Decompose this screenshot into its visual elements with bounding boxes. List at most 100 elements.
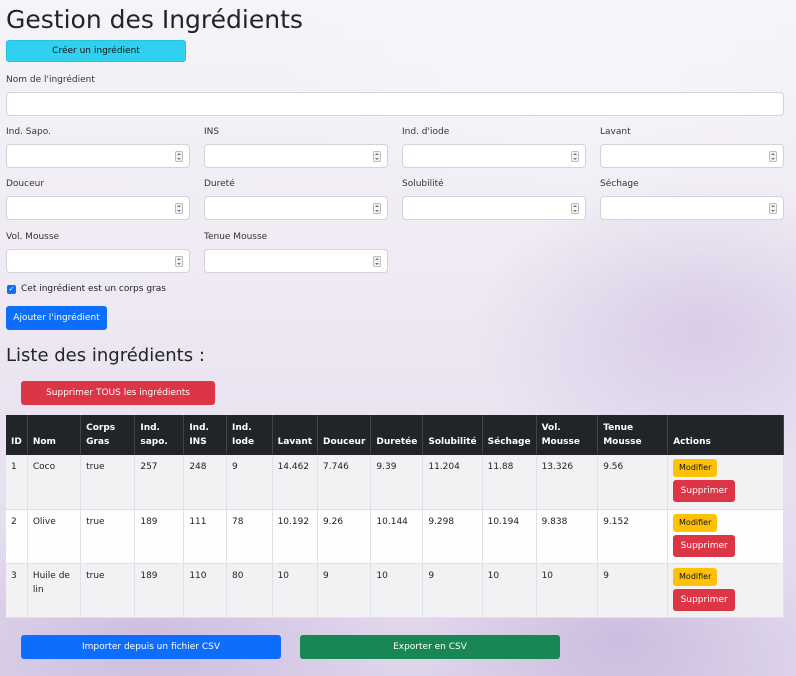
table-row: 1 Coco true 257 248 9 14.462 7.746 9.39 …	[6, 455, 784, 510]
table-header-row: ID Nom Corps Gras Ind. sapo. Ind. INS Ind. I…	[6, 415, 784, 455]
spinner-icon[interactable]	[175, 203, 183, 214]
page-title: Gestion des Ingrédients	[6, 5, 303, 34]
add-ingredient-button[interactable]: Ajouter l'ingrédient	[6, 306, 107, 330]
durete-input[interactable]	[204, 196, 388, 220]
cell-douceur: 9.26	[317, 509, 372, 564]
col-ind-iode-line2: Iode	[232, 437, 255, 447]
sapo-label: Ind. Sapo.	[6, 127, 51, 137]
douceur-input[interactable]	[6, 196, 190, 220]
ingredients-table: ID Nom Corps Gras Ind. sapo. Ind. INS Ind. I…	[6, 415, 784, 618]
delete-button[interactable]: Supprimer	[673, 480, 736, 502]
cell-durete: 9.39	[370, 455, 424, 510]
spinner-icon[interactable]	[571, 151, 579, 162]
vol-mousse-label: Vol. Mousse	[6, 232, 60, 242]
sapo-input[interactable]	[6, 144, 190, 168]
col-solubilite: Solubilité	[422, 415, 483, 455]
name-label: Nom de l'ingrédient	[6, 75, 95, 85]
sechage-label: Séchage	[600, 179, 639, 189]
spinner-icon[interactable]	[373, 151, 381, 162]
tenue-mousse-input[interactable]	[204, 249, 388, 273]
export-csv-button[interactable]: Exporter en CSV	[300, 635, 560, 659]
cell-lavant: 14.462	[272, 455, 319, 510]
cell-iode: 80	[226, 563, 273, 618]
list-title: Liste des ingrédients :	[6, 345, 205, 366]
import-csv-button[interactable]: Importer depuis un fichier CSV	[21, 635, 281, 659]
cell-sechage: 10.194	[482, 509, 537, 564]
cell-ins: 110	[183, 563, 227, 618]
cell-id: 3	[6, 563, 28, 618]
iode-label: Ind. d'iode	[402, 127, 450, 137]
cell-tenue-mousse: 9.56	[597, 455, 669, 510]
cell-actions: Modifier Supprimer	[667, 455, 784, 510]
spinner-icon[interactable]	[769, 203, 777, 214]
fat-checkbox-label[interactable]: Cet ingrédient est un corps gras	[21, 284, 166, 294]
col-tenue-mousse-line2: Mousse	[603, 437, 642, 447]
delete-button[interactable]: Supprimer	[673, 588, 736, 611]
col-nom: Nom	[27, 415, 82, 455]
cell-sechage: 10	[482, 563, 537, 618]
cell-ins: 111	[183, 509, 227, 564]
cell-lavant: 10	[272, 563, 319, 618]
cell-iode: 9	[226, 455, 273, 510]
durete-label: Dureté	[204, 179, 235, 189]
cell-id: 2	[6, 509, 28, 564]
douceur-label: Douceur	[6, 179, 45, 189]
delete-all-button[interactable]: Supprimer TOUS les ingrédients	[21, 381, 215, 405]
cell-durete: 10.144	[370, 509, 424, 564]
col-durete: Duretée	[370, 415, 424, 455]
cell-nom: Huile de lin	[27, 563, 82, 618]
iode-input[interactable]	[402, 144, 586, 168]
cell-tenue-mousse: 9	[597, 563, 669, 618]
edit-button[interactable]: Modifier	[673, 513, 718, 532]
col-vol-mousse: Vol. Mousse	[536, 415, 599, 455]
sechage-input[interactable]	[600, 196, 784, 220]
spinner-icon[interactable]	[373, 256, 381, 267]
solubilite-input[interactable]	[402, 196, 586, 220]
fat-checkbox[interactable]: ✓	[7, 285, 16, 294]
col-tenue-mousse: Tenue Mousse	[597, 415, 669, 455]
table-row: 3 Huile de lin true 189 110 80 10 9 10 9…	[6, 563, 784, 618]
col-actions: Actions	[667, 415, 784, 455]
col-corps-gras-line2: Gras	[86, 437, 110, 447]
edit-button[interactable]: Modifier	[673, 567, 718, 586]
col-ind-ins-line1: Ind.	[189, 423, 209, 433]
cell-vol-mousse: 9.838	[536, 509, 599, 564]
col-id: ID	[6, 415, 28, 455]
cell-lavant: 10.192	[272, 509, 319, 564]
lavant-label: Lavant	[600, 127, 631, 137]
ins-input[interactable]	[204, 144, 388, 168]
spinner-icon[interactable]	[769, 151, 777, 162]
cell-sechage: 11.88	[482, 455, 537, 510]
cell-iode: 78	[226, 509, 273, 564]
spinner-icon[interactable]	[373, 203, 381, 214]
cell-id: 1	[6, 455, 28, 510]
tenue-mousse-label: Tenue Mousse	[204, 232, 268, 242]
lavant-input[interactable]	[600, 144, 784, 168]
cell-nom: Olive	[27, 509, 82, 564]
col-ind-ins: Ind. INS	[183, 415, 227, 455]
cell-sapo: 189	[134, 563, 185, 618]
cell-sapo: 189	[134, 509, 185, 564]
col-corps-gras: Corps Gras	[80, 415, 136, 455]
cell-nom: Coco	[27, 455, 82, 510]
spinner-icon[interactable]	[175, 256, 183, 267]
name-input[interactable]	[6, 92, 784, 116]
col-ind-iode-line1: Ind.	[232, 423, 252, 433]
spinner-icon[interactable]	[175, 151, 183, 162]
cell-sapo: 257	[134, 455, 185, 510]
ins-label: INS	[204, 127, 220, 137]
solubilite-label: Solubilité	[402, 179, 444, 189]
delete-button[interactable]: Supprimer	[673, 534, 736, 557]
edit-button[interactable]: Modifier	[673, 459, 718, 477]
cell-corps-gras: true	[80, 509, 136, 564]
col-douceur: Douceur	[317, 415, 372, 455]
col-ind-ins-line2: INS	[189, 437, 207, 447]
cell-solubilite: 9.298	[422, 509, 483, 564]
col-vol-mousse-line1: Vol.	[541, 423, 561, 433]
spinner-icon[interactable]	[571, 203, 579, 214]
vol-mousse-input[interactable]	[6, 249, 190, 273]
cell-vol-mousse: 10	[536, 563, 599, 618]
col-ind-sapo-line1: Ind.	[140, 423, 160, 433]
cell-actions: Modifier Supprimer	[667, 563, 784, 618]
create-ingredient-button[interactable]: Créer un ingrédient	[6, 40, 186, 62]
